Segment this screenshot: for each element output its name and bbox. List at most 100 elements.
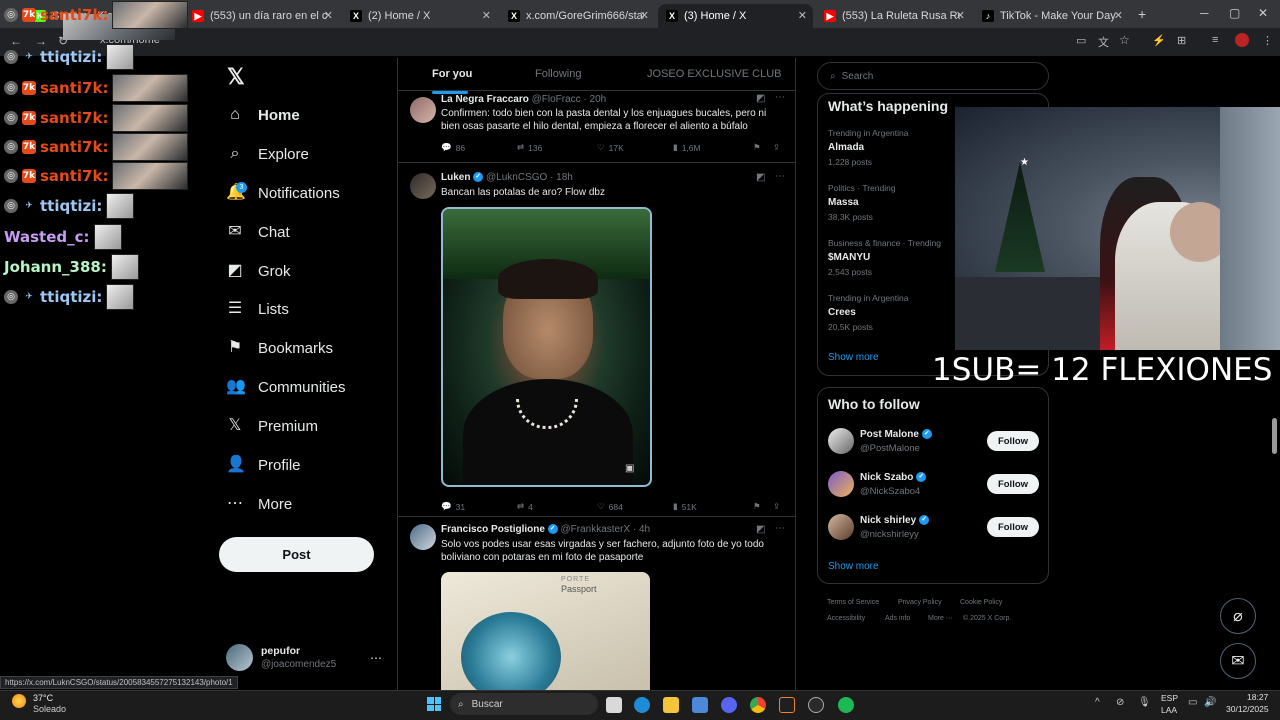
browser-tab[interactable]: ♪ TikTok - Make Your Day ✕ [974, 4, 1129, 28]
star-icon[interactable]: ☆ [1119, 33, 1130, 47]
tweet-photo[interactable]: ▣ [441, 207, 652, 487]
avatar[interactable] [828, 428, 854, 454]
mic-icon[interactable]: 🎙 [1138, 697, 1151, 708]
tray-chevron-icon[interactable]: ^ [1095, 697, 1100, 708]
sidebar-item-explore[interactable]: ⌕ Explore [226, 145, 309, 163]
like-button[interactable]: ♡ 684 [597, 501, 673, 512]
search-input[interactable]: ⌕ Search [817, 62, 1049, 90]
new-tab-button[interactable]: + [1138, 6, 1146, 22]
sidebar-item-chat[interactable]: ✉ Chat [226, 223, 289, 241]
discord-icon[interactable] [721, 697, 737, 713]
sidebar-item-communities[interactable]: 👥 Communities [226, 378, 346, 396]
sidebar-item-grok[interactable]: ◩ Grok [226, 262, 290, 280]
taskbar-search[interactable]: ⌕ Buscar [450, 693, 598, 715]
footer-link[interactable]: © 2025 X Corp. [963, 615, 1011, 622]
like-button[interactable]: ♡ 17K [597, 142, 673, 153]
maximize-icon[interactable]: ▢ [1229, 6, 1240, 20]
tab-close-icon[interactable]: ✕ [482, 9, 491, 22]
minimize-icon[interactable]: ─ [1200, 6, 1209, 20]
tab-close-icon[interactable]: ✕ [956, 9, 965, 22]
views-button[interactable]: ▮ 51K [673, 501, 753, 512]
suggestion-name[interactable]: Nick Szabo ✓ [860, 472, 927, 483]
browser-tab[interactable]: ▶ (553) La Ruleta Rusa Real Que✕ [816, 4, 971, 28]
bookmark-button[interactable]: ⚑ [753, 142, 773, 153]
views-button[interactable]: ▮ 1,6M [673, 142, 753, 153]
sidebar-item-profile[interactable]: 👤 Profile [226, 456, 301, 474]
footer-link[interactable]: Accessibility [827, 615, 865, 622]
profile-avatar-icon[interactable] [1235, 33, 1249, 47]
footer-link[interactable]: More ··· [928, 615, 953, 622]
repost-button[interactable]: ⇄ 4 [517, 501, 597, 512]
tweet-author[interactable]: Luken ✓ @LuknCSGO · 18h [441, 172, 573, 183]
task-view-icon[interactable] [606, 697, 622, 713]
follow-button[interactable]: Follow [987, 431, 1039, 451]
lang-indicator-sub[interactable]: LAA [1161, 705, 1177, 715]
more-icon[interactable]: ⋯ [775, 171, 785, 182]
tweet[interactable]: Luken ✓ @LuknCSGO · 18h ◩ ⋯ Bancan las p… [398, 164, 795, 517]
browser-tab[interactable]: X (2) Home / X ✕ [342, 4, 497, 28]
tab-joseo-exclusive-club[interactable]: JOSEO EXCLUSIVE CLUB [647, 68, 782, 80]
trending-show-more[interactable]: Show more [828, 352, 879, 363]
reply-button[interactable]: 💬 86 [441, 142, 517, 153]
browser-tab[interactable]: X (3) Home / X ✕ [658, 4, 813, 28]
sidebar-item-bookmarks[interactable]: ⚑ Bookmarks [226, 339, 333, 357]
footer-link[interactable]: Terms of Service [827, 599, 879, 606]
tweet-author[interactable]: Francisco Postiglione ✓ @FrankkasterX · … [441, 524, 650, 535]
share-icon[interactable]: ⇪ [773, 142, 780, 153]
tab-close-icon[interactable]: ✕ [1114, 9, 1123, 22]
suggestion-name[interactable]: Post Malone ✓ [860, 429, 932, 440]
who-to-follow-show-more[interactable]: Show more [828, 561, 879, 572]
tab-following[interactable]: Following [535, 68, 581, 80]
tab-close-icon[interactable]: ✕ [324, 9, 333, 22]
suggestion-name[interactable]: Nick shirley ✓ [860, 515, 930, 526]
chrome-icon[interactable] [750, 697, 766, 713]
store-icon[interactable] [692, 697, 708, 713]
puzzle-icon[interactable]: ⊞ [1177, 34, 1186, 47]
tweet[interactable]: La Negra Fraccaro @FloFracc · 20h ◩ ⋯ Co… [398, 91, 795, 163]
avatar[interactable] [828, 471, 854, 497]
bookmark-button[interactable]: ⚑ [753, 501, 773, 512]
reply-button[interactable]: 💬 31 [441, 501, 517, 512]
translate-icon[interactable]: 文 [1098, 34, 1109, 50]
obs-icon[interactable] [779, 697, 795, 713]
clock-date[interactable]: 30/12/2025 [1226, 704, 1269, 714]
post-button[interactable]: Post [219, 537, 374, 572]
edge-icon[interactable] [634, 697, 650, 713]
sidebar-item-lists[interactable]: ☰ Lists [226, 300, 289, 318]
tweet-photo[interactable]: PORTE Passport [441, 572, 650, 690]
tweet-avatar[interactable] [410, 173, 436, 199]
sidebar-item-premium[interactable]: 𝕏 Premium [226, 417, 318, 435]
alt-icon[interactable]: ▣ [625, 463, 634, 474]
weather-sun-icon[interactable] [12, 694, 26, 708]
extension-icon[interactable]: ⚡ [1152, 34, 1166, 47]
messages-float-icon[interactable]: ✉ [1220, 643, 1256, 679]
footer-link[interactable]: Privacy Policy [898, 599, 942, 606]
author-name[interactable]: Luken [441, 172, 470, 183]
tab-close-icon[interactable]: ✕ [798, 9, 807, 22]
tweet-avatar[interactable] [410, 524, 436, 550]
author-name[interactable]: La Negra Fraccaro [441, 94, 529, 105]
cast-icon[interactable]: ▭ [1076, 34, 1086, 47]
grok-icon[interactable]: ◩ [756, 524, 765, 535]
tweet-avatar[interactable] [410, 97, 436, 123]
clock-time[interactable]: 18:27 [1247, 692, 1268, 702]
close-window-icon[interactable]: ✕ [1258, 6, 1268, 20]
file-explorer-icon[interactable] [663, 697, 679, 713]
x-logo-icon[interactable]: 𝕏 [227, 64, 245, 90]
more-icon[interactable]: ⋯ [775, 523, 785, 534]
tab-close-icon[interactable]: ✕ [640, 9, 649, 22]
footer-link[interactable]: Ads info [885, 615, 910, 622]
network-off-icon[interactable]: ⊘ [1116, 697, 1124, 708]
more-icon[interactable]: ⋯ [775, 92, 785, 103]
follow-button[interactable]: Follow [987, 474, 1039, 494]
menu-dots-icon[interactable]: ⋮ [1262, 34, 1273, 47]
spotify-icon[interactable] [838, 697, 854, 713]
app-icon[interactable] [808, 697, 824, 713]
author-name[interactable]: Francisco Postiglione [441, 524, 545, 535]
tweet[interactable]: Francisco Postiglione ✓ @FrankkasterX · … [398, 518, 795, 690]
grok-icon[interactable]: ◩ [756, 172, 765, 183]
account-avatar[interactable] [226, 644, 253, 671]
sidebar-item-home[interactable]: ⌂ Home [226, 106, 300, 124]
volume-icon[interactable]: 🔊 [1204, 697, 1216, 708]
repost-button[interactable]: ⇄ 136 [517, 142, 597, 153]
